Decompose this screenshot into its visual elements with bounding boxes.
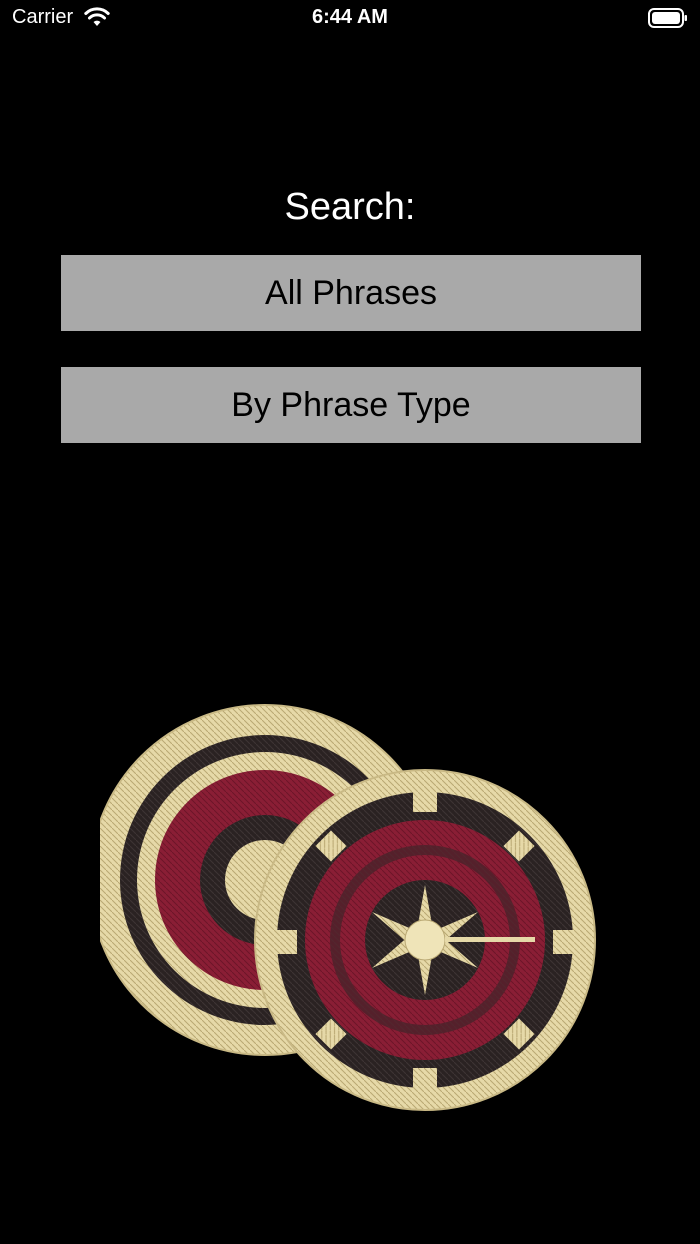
by-phrase-type-button-label: By Phrase Type <box>231 385 471 424</box>
search-heading: Search: <box>284 186 416 228</box>
status-time: 6:44 AM <box>312 6 388 28</box>
status-bar: Carrier 6:44 AM <box>0 0 700 36</box>
by-phrase-type-button[interactable]: By Phrase Type <box>61 367 641 443</box>
all-phrases-button[interactable]: All Phrases <box>61 255 641 331</box>
basket-front <box>254 769 596 1111</box>
woven-baskets-image <box>100 704 596 1111</box>
battery-icon <box>648 8 687 28</box>
all-phrases-button-label: All Phrases <box>265 273 437 312</box>
